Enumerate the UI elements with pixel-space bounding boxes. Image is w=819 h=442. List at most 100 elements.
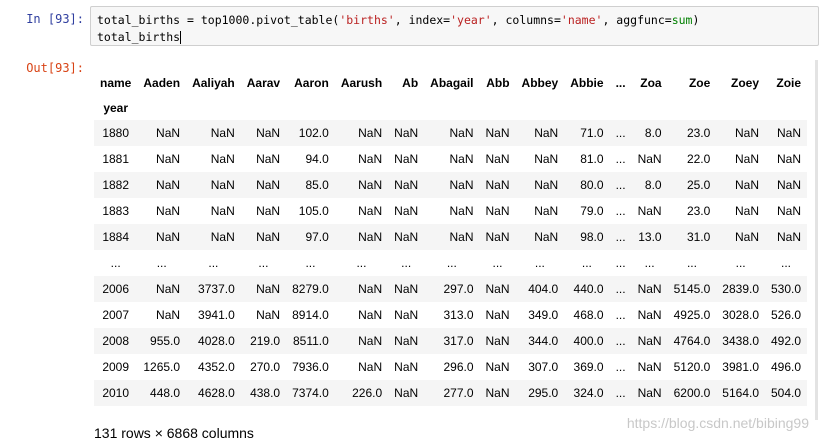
table-cell: NaN — [394, 152, 419, 166]
table-cell: 98.0 — [580, 230, 604, 244]
table-cell: NaN — [358, 178, 383, 192]
table-cell: ... — [615, 152, 626, 166]
column-header: Zoie — [776, 76, 802, 90]
table-cell: 3941.0 — [198, 308, 235, 322]
table-cell: 3028.0 — [722, 308, 759, 322]
table-cell: 8.0 — [644, 178, 662, 192]
table-cell: NaN — [485, 204, 510, 218]
table-cell: 23.0 — [686, 126, 711, 140]
table-cell: 23.0 — [686, 204, 711, 218]
table-cell: NaN — [256, 204, 281, 218]
table-cell: NaN — [637, 204, 662, 218]
table-cell: ... — [305, 256, 316, 270]
table-cell: NaN — [534, 204, 559, 218]
index-name-row: year — [94, 96, 807, 120]
table-cell: NaN — [485, 308, 510, 322]
table-cell: 8279.0 — [292, 282, 329, 296]
table-cell: NaN — [210, 230, 235, 244]
table-cell: ... — [615, 360, 626, 374]
table-cell: NaN — [777, 178, 802, 192]
dataframe-shape-text: 131 rows × 6868 columns — [94, 425, 254, 441]
table-cell: 468.0 — [573, 308, 604, 322]
index-row-spacer — [716, 96, 765, 120]
table-cell: NaN — [485, 334, 510, 348]
table-cell: ... — [258, 256, 269, 270]
table-cell: 438.0 — [250, 386, 281, 400]
table-cell: ... — [615, 282, 626, 296]
table-cell: NaN — [637, 308, 662, 322]
table-cell: 94.0 — [305, 152, 329, 166]
output-prompt: Out[93]: — [26, 61, 84, 75]
table-cell: 404.0 — [528, 282, 559, 296]
index-row-spacer — [632, 96, 668, 120]
column-header: Aaron — [294, 76, 329, 90]
table-cell: 7936.0 — [292, 360, 329, 374]
column-header: Ab — [402, 76, 419, 90]
table-cell: ... — [781, 256, 792, 270]
table-cell: NaN — [449, 126, 474, 140]
index-row-spacer — [668, 96, 717, 120]
table-cell: NaN — [394, 308, 419, 322]
table-cell: ... — [615, 204, 626, 218]
table-cell: 8.0 — [644, 126, 662, 140]
table-cell: NaN — [449, 178, 474, 192]
index-row-spacer — [186, 96, 241, 120]
column-header: Aaliyah — [192, 76, 235, 90]
table-cell: NaN — [485, 126, 510, 140]
table-cell: NaN — [449, 230, 474, 244]
table-row: 1881 NaN NaN NaN 94.0 NaN NaN NaN NaN NaN 81.0... N… — [94, 146, 807, 172]
row-index-label: 2006 — [102, 282, 130, 296]
table-cell: NaN — [358, 308, 383, 322]
code-token: , index= — [394, 13, 451, 27]
vertical-scrollbar[interactable] — [815, 60, 818, 420]
table-cell: NaN — [734, 126, 759, 140]
table-cell: 25.0 — [686, 178, 711, 192]
code-cell-editor[interactable]: total_births = top1000.pivot_table('birt… — [90, 6, 819, 46]
table-cell: 7374.0 — [292, 386, 329, 400]
row-index-label: ... — [110, 256, 121, 270]
table-cell: NaN — [358, 360, 383, 374]
column-header: Abbey — [521, 76, 559, 90]
table-cell: NaN — [156, 178, 181, 192]
table-cell: 105.0 — [298, 204, 329, 218]
table-cell: NaN — [449, 204, 474, 218]
table-cell: NaN — [637, 282, 662, 296]
index-axis-label: year — [103, 101, 129, 115]
table-cell: NaN — [534, 230, 559, 244]
table-cell: 79.0 — [580, 204, 604, 218]
table-cell: NaN — [210, 204, 235, 218]
table-cell: 8914.0 — [292, 308, 329, 322]
table-cell: NaN — [358, 152, 383, 166]
table-cell: 1265.0 — [143, 360, 181, 374]
table-cell: ... — [615, 386, 626, 400]
index-row-spacer — [516, 96, 565, 120]
table-cell: NaN — [449, 152, 474, 166]
table-cell: NaN — [156, 152, 181, 166]
table-cell: NaN — [358, 282, 383, 296]
table-cell: NaN — [156, 282, 181, 296]
table-cell: 31.0 — [686, 230, 711, 244]
table-cell: ... — [401, 256, 412, 270]
table-cell: 71.0 — [580, 126, 604, 140]
table-cell: NaN — [358, 230, 383, 244]
dataframe-table: name Aaden Aaliyah Aarav Aaron Aarush Ab Abaga… — [94, 70, 808, 406]
table-row: 1883 NaN NaN NaN 105.0 NaN NaN NaN NaN NaN 79.0...… — [94, 198, 807, 224]
table-cell: NaN — [485, 386, 510, 400]
table-row: 1880 NaN NaN NaN 102.0 NaN NaN NaN NaN NaN 71.0...… — [94, 120, 808, 146]
table-cell: NaN — [534, 178, 559, 192]
table-cell: 3438.0 — [722, 334, 759, 348]
table-row: 1884 NaN NaN NaN 97.0 NaN NaN NaN NaN NaN 98.0... 1… — [94, 224, 808, 250]
table-row: 2007 NaN 3941.0 NaN 8914.0 NaN NaN 313.0 NaN 349.… — [94, 302, 807, 328]
code-line-2: total_births — [97, 30, 182, 44]
dataframe-output: name Aaden Aaliyah Aarav Aaron Aarush Ab Abaga… — [94, 70, 819, 410]
table-cell: ... — [686, 256, 697, 270]
row-index-label: 1884 — [102, 230, 130, 244]
column-header: Zoey — [730, 76, 759, 90]
table-cell: NaN — [734, 178, 759, 192]
table-cell: 955.0 — [150, 334, 181, 348]
table-cell: NaN — [734, 204, 759, 218]
table-cell: NaN — [534, 152, 559, 166]
table-cell: NaN — [358, 334, 383, 348]
table-cell: 496.0 — [771, 360, 802, 374]
table-row: 2006 NaN 3737.0 NaN 8279.0 NaN NaN 297.0 NaN 404.… — [94, 276, 808, 302]
